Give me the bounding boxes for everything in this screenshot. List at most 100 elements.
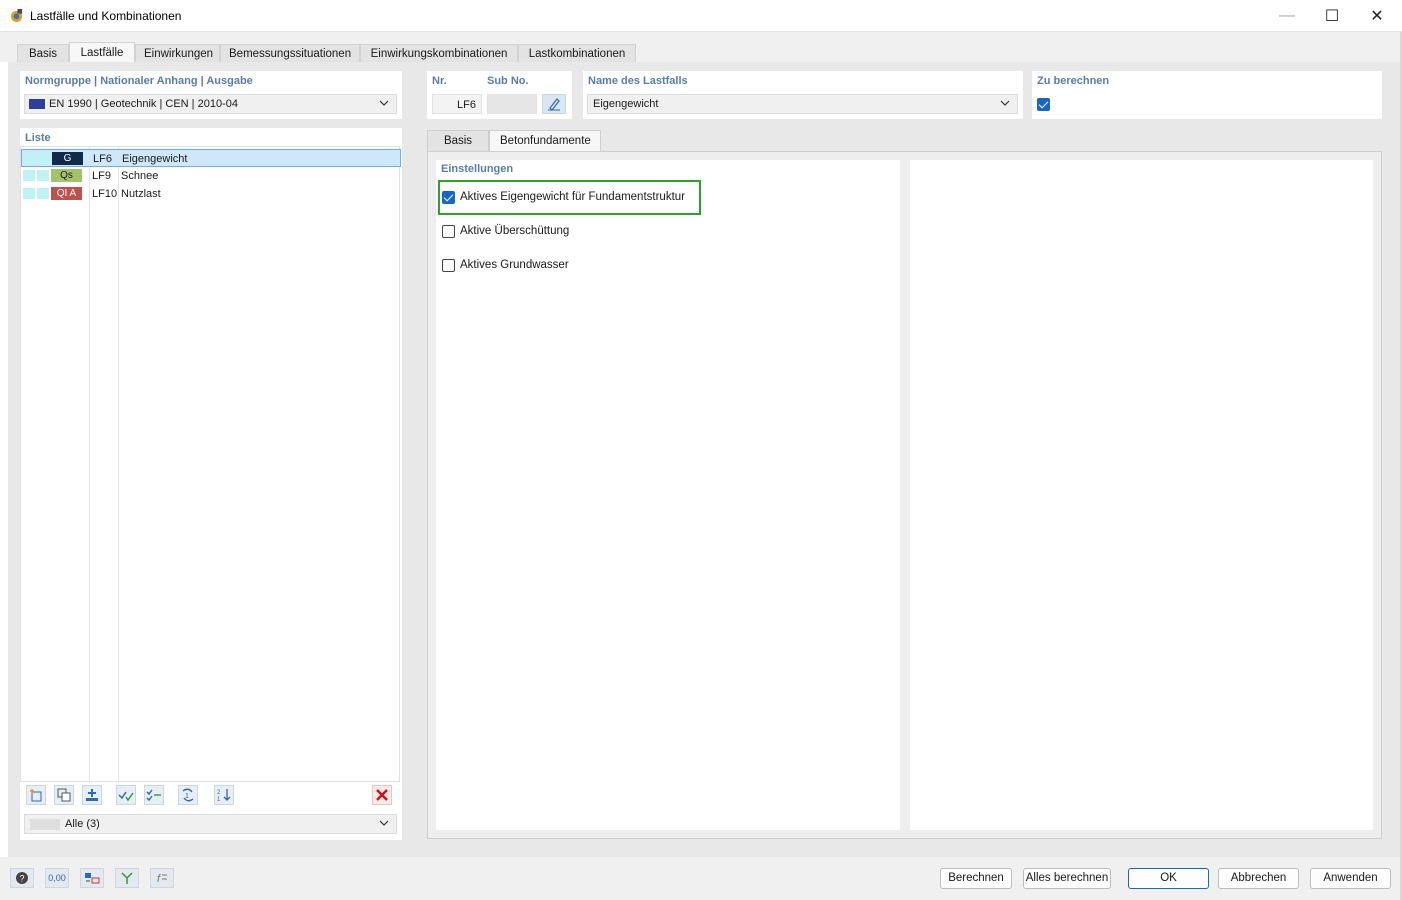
help-icon: ?: [16, 872, 28, 884]
ok-button[interactable]: OK: [1128, 868, 1209, 889]
calc-label: Zu berechnen: [1037, 75, 1110, 87]
copy-item-icon: [57, 788, 71, 802]
maximize-button[interactable]: ☐: [1309, 0, 1355, 32]
tab-einwirkungen[interactable]: Einwirkungen: [135, 44, 220, 64]
renumber-button[interactable]: 1: [178, 785, 198, 805]
chevron-down-icon: [379, 820, 389, 826]
new-item-button[interactable]: [26, 785, 46, 805]
color-chip: [37, 188, 49, 199]
nr-field[interactable]: LF6: [432, 94, 482, 114]
cancel-button[interactable]: Abbrechen: [1218, 868, 1299, 889]
delete-button[interactable]: [372, 785, 392, 805]
display-icon: [85, 873, 100, 884]
name-value: Eigengewicht: [593, 98, 659, 110]
import-button[interactable]: [82, 785, 102, 805]
new-item-icon: [30, 789, 42, 802]
tab-lastkombinationen[interactable]: Lastkombinationen: [518, 44, 636, 64]
norm-value: EN 1990 | Geotechnik | CEN | 2010-04: [49, 98, 238, 110]
title-bar: Lastfälle und Kombinationen — ☐ ✕: [0, 0, 1402, 32]
action-type-tag: Qs: [51, 169, 82, 182]
tab-einwirkungskombinationen[interactable]: Einwirkungskombinationen: [360, 44, 518, 64]
calc-panel: Zu berechnen: [1032, 71, 1382, 119]
copy-item-button[interactable]: [54, 785, 74, 805]
loadcase-list[interactable]: G LF6 Eigengewicht Qs LF9 Schnee QI A LF…: [20, 146, 401, 783]
option-label: Aktives Grundwasser: [460, 259, 569, 271]
loadcase-name: Schnee: [121, 170, 159, 182]
subtab-basis[interactable]: Basis: [427, 130, 489, 152]
column-divider: [89, 147, 90, 783]
color-chip: [24, 153, 36, 164]
display-button[interactable]: [80, 868, 104, 888]
close-icon: ✕: [1370, 8, 1384, 25]
units-icon: 0,00: [48, 873, 66, 883]
preview-panel: [910, 160, 1373, 830]
color-chip: [38, 153, 50, 164]
svg-text:f: f: [157, 873, 161, 885]
main-tab-bar: Basis Lastfälle Einwirkungen Bemessungss…: [0, 32, 1402, 65]
list-item[interactable]: Qs LF9 Schnee: [21, 167, 401, 185]
model-button[interactable]: [115, 868, 139, 888]
calculate-button[interactable]: Berechnen: [940, 868, 1012, 889]
tab-bemessungssituationen[interactable]: Bemessungssituationen: [220, 44, 360, 64]
filter-combo[interactable]: Alle (3): [24, 814, 397, 834]
loadcase-no: LF6: [93, 153, 112, 165]
color-chip: [37, 170, 49, 181]
list-label: Liste: [25, 132, 51, 144]
delete-icon: [376, 789, 388, 801]
option-checkbox[interactable]: [442, 225, 455, 238]
option-checkbox[interactable]: [442, 259, 455, 272]
apply-button[interactable]: Anwenden: [1310, 868, 1391, 889]
maximize-icon: ☐: [1324, 8, 1340, 25]
footer: ? 0,00 f Berechnen Alles berechnen OK Ab…: [0, 857, 1402, 900]
settings-panel: Einstellungen Aktives Eigengewicht für F…: [436, 160, 900, 830]
app-icon: [10, 8, 23, 23]
svg-text:1: 1: [185, 793, 189, 800]
help-button[interactable]: ?: [10, 868, 34, 888]
norm-label: Normgruppe | Nationaler Anhang | Ausgabe: [25, 75, 253, 87]
settings-label: Einstellungen: [441, 163, 514, 175]
check-toggle-button[interactable]: [144, 785, 164, 805]
subtab-betonfundamente[interactable]: Betonfundamente: [489, 130, 601, 152]
calc-checkbox[interactable]: [1037, 98, 1050, 111]
tab-basis[interactable]: Basis: [17, 44, 69, 64]
eu-flag-icon: [29, 99, 45, 109]
action-type-tag: QI A: [51, 187, 82, 200]
loadcase-no: LF9: [92, 170, 111, 182]
list-item[interactable]: G LF6 Eigengewicht: [21, 149, 401, 167]
name-label: Name des Lastfalls: [588, 75, 688, 87]
subno-label: Sub No.: [487, 75, 529, 87]
list-item[interactable]: QI A LF10 Nutzlast: [21, 185, 401, 203]
main-area: Normgruppe | Nationaler Anhang | Ausgabe…: [8, 62, 1400, 857]
column-divider: [118, 147, 119, 783]
formula-button[interactable]: f: [150, 868, 174, 888]
window-title: Lastfälle und Kombinationen: [30, 9, 182, 23]
check-all-icon: [118, 791, 134, 802]
loadcase-name: Eigengewicht: [122, 153, 188, 165]
chevron-down-icon: [379, 100, 389, 106]
color-chip: [23, 188, 35, 199]
import-icon: [86, 789, 98, 801]
check-toggle-icon: [146, 789, 161, 802]
minimize-icon: —: [1279, 7, 1295, 24]
edit-button[interactable]: [542, 94, 566, 114]
svg-text:?: ?: [20, 874, 25, 884]
close-button[interactable]: ✕: [1354, 0, 1400, 32]
formula-icon: f: [157, 873, 167, 885]
filter-value: Alle (3): [65, 818, 100, 830]
nr-label: Nr.: [432, 75, 447, 87]
calculate-all-button[interactable]: Alles berechnen: [1023, 868, 1111, 889]
subno-field[interactable]: [487, 94, 537, 114]
norm-panel: Normgruppe | Nationaler Anhang | Ausgabe…: [20, 71, 402, 119]
loadcase-name: Nutzlast: [121, 188, 161, 200]
units-button[interactable]: 0,00: [45, 868, 69, 888]
renumber-icon: 1: [182, 788, 194, 802]
nr-panel: Nr. Sub No. LF6: [427, 71, 572, 119]
color-chip: [23, 170, 35, 181]
sort-button[interactable]: 21: [214, 785, 234, 805]
highlight-frame: [438, 180, 701, 215]
norm-combo[interactable]: EN 1990 | Geotechnik | CEN | 2010-04: [24, 94, 397, 114]
minimize-button[interactable]: —: [1264, 0, 1310, 32]
check-all-button[interactable]: [116, 785, 136, 805]
name-combo[interactable]: Eigengewicht: [587, 94, 1018, 114]
name-panel: Name des Lastfalls Eigengewicht: [583, 71, 1023, 119]
